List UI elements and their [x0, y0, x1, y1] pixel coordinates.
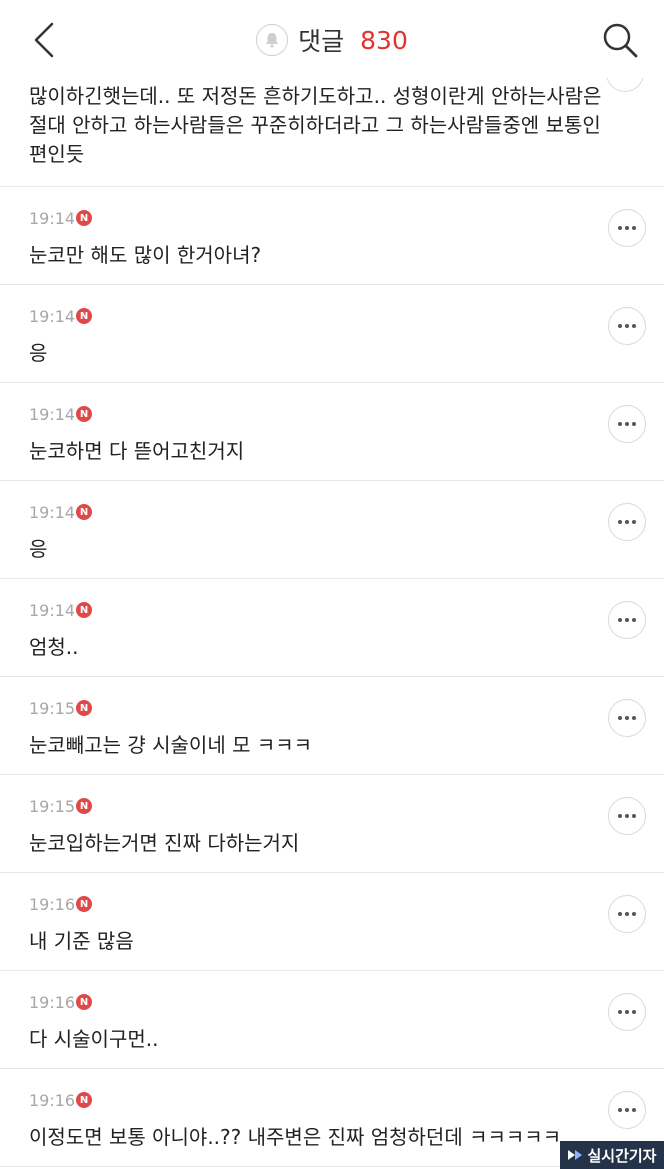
comment-text: 눈코빼고는 걍 시술이네 모 ㅋㅋㅋ	[29, 733, 313, 757]
comment-text: 눈코하면 다 뜯어고친거지	[29, 439, 245, 463]
comment-item: 19:14 N 눈코하면 다 뜯어고친거지	[0, 383, 664, 481]
page-title-area: 댓글 830	[0, 22, 664, 58]
more-dots-icon	[618, 520, 636, 524]
more-button[interactable]	[608, 1091, 646, 1129]
more-dots-icon	[618, 1010, 636, 1014]
new-badge: N	[76, 504, 92, 520]
watermark: 실시간기자	[560, 1141, 664, 1169]
search-icon	[603, 23, 638, 58]
more-button[interactable]	[608, 307, 646, 345]
comment-item: 19:15 N 눈코빼고는 걍 시술이네 모 ㅋㅋㅋ	[0, 677, 664, 775]
comment-item: 19:15 N 눈코입하는거면 진짜 다하는거지	[0, 775, 664, 873]
new-badge: N	[76, 896, 92, 912]
comment-list: 많이하긴햇는데.. 또 저정돈 흔하기도하고.. 성형이란게 안하는사람은 절대…	[0, 54, 664, 1167]
search-button[interactable]	[598, 18, 642, 62]
watermark-text: 실시간기자	[587, 1146, 657, 1165]
new-badge: N	[76, 1092, 92, 1108]
new-badge: N	[76, 602, 92, 618]
comment-item: 19:14 N 응	[0, 481, 664, 579]
more-dots-icon	[618, 716, 636, 720]
comment-time: 19:14	[29, 209, 76, 228]
page-title: 댓글	[298, 27, 345, 56]
comment-text: 응	[29, 537, 48, 561]
comment-text: 눈코입하는거면 진짜 다하는거지	[29, 831, 300, 855]
comment-item: 많이하긴햇는데.. 또 저정돈 흔하기도하고.. 성형이란게 안하는사람은 절대…	[0, 54, 664, 187]
comment-time: 19:16	[29, 895, 76, 914]
more-button[interactable]	[608, 503, 646, 541]
comment-text: 다 시술이구먼..	[29, 1027, 159, 1051]
more-button[interactable]	[608, 209, 646, 247]
comment-time: 19:16	[29, 1091, 76, 1110]
more-button[interactable]	[608, 405, 646, 443]
more-button[interactable]	[608, 797, 646, 835]
notification-toggle[interactable]	[256, 24, 289, 56]
comment-time: 19:16	[29, 993, 76, 1012]
new-badge: N	[76, 798, 92, 814]
comment-count: 830	[360, 25, 408, 55]
bell-icon	[266, 33, 279, 48]
more-button[interactable]	[608, 895, 646, 933]
new-badge: N	[76, 700, 92, 716]
comment-item: 19:14 N 엄청..	[0, 579, 664, 677]
comment-item: 19:14 N 응	[0, 285, 664, 383]
comment-time: 19:15	[29, 797, 76, 816]
comment-time: 19:15	[29, 699, 76, 718]
more-dots-icon	[618, 618, 636, 622]
comment-text: 많이하긴햇는데.. 또 저정돈 흔하기도하고.. 성형이란게 안하는사람은 절대…	[29, 84, 602, 166]
more-dots-icon	[618, 422, 636, 426]
new-badge: N	[76, 994, 92, 1010]
comment-item: 19:16 N 내 기준 많음	[0, 873, 664, 971]
comment-item: 19:14 N 눈코만 해도 많이 한거아녀?	[0, 187, 664, 285]
more-dots-icon	[618, 324, 636, 328]
new-badge: N	[76, 308, 92, 324]
top-bar: 댓글 830	[0, 0, 664, 78]
more-dots-icon	[618, 1108, 636, 1112]
logo-icon	[568, 1150, 583, 1160]
more-button[interactable]	[608, 699, 646, 737]
more-dots-icon	[618, 226, 636, 230]
comment-time: 19:14	[29, 307, 76, 326]
more-button[interactable]	[608, 993, 646, 1031]
new-badge: N	[76, 210, 92, 226]
comment-text: 눈코만 해도 많이 한거아녀?	[29, 243, 262, 267]
more-dots-icon	[618, 912, 636, 916]
comment-time: 19:14	[29, 601, 76, 620]
comment-time: 19:14	[29, 503, 76, 522]
new-badge: N	[76, 406, 92, 422]
more-dots-icon	[618, 814, 636, 818]
comment-text: 이정도면 보통 아니야..?? 내주변은 진짜 엄청하던데 ㅋㅋㅋㅋㅋ	[29, 1125, 562, 1149]
comment-text: 엄청..	[29, 635, 79, 659]
comment-text: 응	[29, 341, 48, 365]
comment-text: 내 기준 많음	[29, 929, 134, 953]
more-button[interactable]	[608, 601, 646, 639]
comment-time: 19:14	[29, 405, 76, 424]
comment-item: 19:16 N 다 시술이구먼..	[0, 971, 664, 1069]
